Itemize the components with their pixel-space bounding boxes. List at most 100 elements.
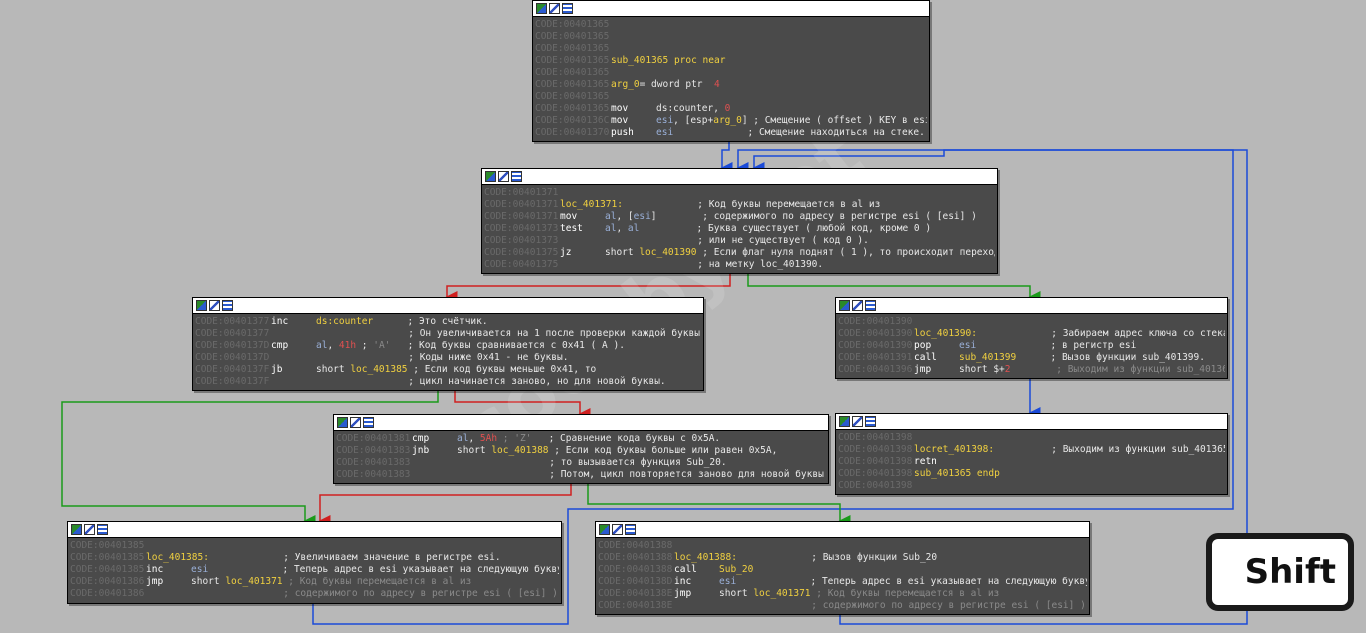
code-line[interactable]: CODE:00401385 <box>70 540 559 552</box>
code-block-loc-401371[interactable]: CODE:00401371 CODE:00401371 loc_401371: ; … <box>481 168 998 274</box>
code-block-loc-401390[interactable]: CODE:00401390 CODE:00401390 loc_401390: ; … <box>835 297 1228 379</box>
code-label[interactable]: loc_401385: <box>146 552 209 563</box>
code-label[interactable]: ds:counter <box>316 316 373 327</box>
code-line[interactable]: CODE:00401373 ; или не существует ( код … <box>484 235 995 247</box>
rename-pencil-icon[interactable] <box>852 300 863 311</box>
code-block-loc-401385[interactable]: CODE:00401385 CODE:00401385 loc_401385: ; … <box>67 521 562 604</box>
code-line[interactable]: CODE:00401398 locret_401398: ; Выходим из… <box>838 444 1225 456</box>
code-line[interactable]: CODE:00401390 <box>838 316 1225 328</box>
code-line[interactable]: CODE:00401391 call sub_401399 ; Вызов функ… <box>838 352 1225 364</box>
code-line[interactable]: CODE:00401370 push esi ; Смещение находить… <box>535 127 927 139</box>
code-label[interactable]: sub_401399 <box>959 352 1016 363</box>
code-line[interactable]: CODE:00401398 <box>838 480 1225 492</box>
code-label[interactable]: loc_401388 <box>491 445 548 456</box>
code-label[interactable]: Sub_20 <box>719 564 753 575</box>
code-label[interactable]: arg_0 <box>713 115 742 126</box>
graph-list-icon[interactable] <box>562 3 573 14</box>
code-label[interactable]: loc_401390 <box>639 247 696 258</box>
graph-list-icon[interactable] <box>363 417 374 428</box>
line-operands: ; то вызывается функция Sub_20. <box>412 457 726 469</box>
color-palette-icon[interactable] <box>485 171 496 182</box>
code-line[interactable]: CODE:00401388 <box>598 540 1087 552</box>
code-line[interactable]: CODE:00401375 jz short loc_401390 ; Если ф… <box>484 247 995 259</box>
code-line[interactable]: CODE:0040137D ; Коды ниже 0x41 - не букв… <box>195 352 701 364</box>
rename-pencil-icon[interactable] <box>852 416 863 427</box>
code-line[interactable]: CODE:00401385 loc_401385: ; Увеличиваем з… <box>70 552 559 564</box>
code-label[interactable]: sub_401365 <box>611 55 668 66</box>
code-line[interactable]: CODE:0040138D inc esi ; Теперь адрес в esi… <box>598 576 1087 588</box>
code-label[interactable]: locret_401398: <box>914 444 994 455</box>
code-line[interactable]: CODE:00401390 pop esi ; в регистр esi <box>838 340 1225 352</box>
code-line[interactable]: CODE:00401385 inc esi ; Теперь адрес в esi… <box>70 564 559 576</box>
code-line[interactable]: CODE:0040137F ; цикл начинается заново, … <box>195 376 701 388</box>
code-line[interactable]: CODE:0040136C mov esi, [esp+arg_0] ; Смеще… <box>535 115 927 127</box>
rename-pencil-icon[interactable] <box>549 3 560 14</box>
code-line[interactable]: CODE:00401373 test al, al ; Буква существу… <box>484 223 995 235</box>
code-label[interactable]: loc_401388: <box>674 552 737 563</box>
code-label[interactable]: sub_401365 endp <box>914 468 1000 479</box>
code-line[interactable]: CODE:00401383 ; Потом, цикл повторяется … <box>336 469 826 481</box>
code-line[interactable]: CODE:00401381 cmp al, 5Ah ; 'Z' ; Сравнени… <box>336 433 826 445</box>
color-palette-icon[interactable] <box>599 524 610 535</box>
code-line[interactable]: CODE:00401365 <box>535 67 927 79</box>
code-line[interactable]: CODE:0040137D cmp al, 41h ; 'A' ; Код букв… <box>195 340 701 352</box>
code-label[interactable]: loc_401390: <box>914 328 977 339</box>
color-palette-icon[interactable] <box>839 300 850 311</box>
code-line[interactable]: CODE:00401396 jmp short $+2 ; Выходим из ф… <box>838 364 1225 376</box>
code-line[interactable]: CODE:00401375 ; на метку loc_401390. <box>484 259 995 271</box>
code-label[interactable]: loc_401371 <box>225 576 282 587</box>
color-palette-icon[interactable] <box>71 524 82 535</box>
color-palette-icon[interactable] <box>337 417 348 428</box>
color-palette-icon[interactable] <box>839 416 850 427</box>
code-line[interactable]: CODE:00401365 <box>535 31 927 43</box>
code-line[interactable]: CODE:00401365 mov ds:counter, 0 <box>535 103 927 115</box>
code-line[interactable]: CODE:00401371 <box>484 187 995 199</box>
code-line[interactable]: CODE:00401388 loc_401388: ; Вызов функции… <box>598 552 1087 564</box>
code-line[interactable]: CODE:0040138E jmp short loc_401371 ; Код б… <box>598 588 1087 600</box>
rename-pencil-icon[interactable] <box>612 524 623 535</box>
rename-pencil-icon[interactable] <box>84 524 95 535</box>
rename-pencil-icon[interactable] <box>350 417 361 428</box>
code-label[interactable]: loc_401371 <box>753 588 810 599</box>
graph-list-icon[interactable] <box>97 524 108 535</box>
code-label[interactable]: loc_401371: <box>560 199 623 210</box>
code-line[interactable]: CODE:00401365 sub_401365 proc near <box>535 55 927 67</box>
code-block-sub-401365[interactable]: CODE:00401365 CODE:00401365 CODE:00401365 C… <box>532 0 930 142</box>
rename-pencil-icon[interactable] <box>209 300 220 311</box>
code-block-counter-check[interactable]: CODE:00401377 inc ds:counter ; Это счётчик… <box>192 297 704 391</box>
code-line[interactable]: CODE:00401377 inc ds:counter ; Это счётчик… <box>195 316 701 328</box>
code-line[interactable]: CODE:00401386 jmp short loc_401371 ; Код б… <box>70 576 559 588</box>
code-block-loc-401388[interactable]: CODE:00401388 CODE:00401388 loc_401388: ; … <box>595 521 1090 615</box>
graph-list-icon[interactable] <box>865 300 876 311</box>
code-line[interactable]: CODE:00401388 call Sub_20 <box>598 564 1087 576</box>
code-line[interactable]: CODE:00401365 <box>535 19 927 31</box>
code-line[interactable]: CODE:00401383 ; то вызывается функция Su… <box>336 457 826 469</box>
code-line[interactable]: CODE:00401371 mov al, [esi] ; содержимого … <box>484 211 995 223</box>
graph-list-icon[interactable] <box>222 300 233 311</box>
rename-pencil-icon[interactable] <box>498 171 509 182</box>
code-line[interactable]: CODE:00401390 loc_401390: ; Забираем адре… <box>838 328 1225 340</box>
graph-list-icon[interactable] <box>865 416 876 427</box>
code-block-compare-5a[interactable]: CODE:00401381 cmp al, 5Ah ; 'Z' ; Сравнени… <box>333 414 829 484</box>
code-label[interactable]: proc near <box>674 55 725 66</box>
code-block-locret-401398[interactable]: CODE:00401398 CODE:00401398 locret_401398:… <box>835 413 1228 495</box>
code-line[interactable]: CODE:00401365 arg_0= dword ptr 4 <box>535 79 927 91</box>
code-line[interactable]: CODE:00401377 ; Он увеличивается на 1 по… <box>195 328 701 340</box>
code-label[interactable]: arg_0 <box>611 79 640 90</box>
code-line[interactable]: CODE:00401386 ; содержимого по адресу в … <box>70 588 559 600</box>
code-line[interactable]: CODE:00401398 sub_401365 endp <box>838 468 1225 480</box>
code-line[interactable]: CODE:00401365 <box>535 43 927 55</box>
code-line[interactable]: CODE:00401398 <box>838 432 1225 444</box>
code-line[interactable]: CODE:00401383 jnb short loc_401388 ; Если … <box>336 445 826 457</box>
graph-view[interactable]: codeby.net CODE:00401365 CODE:00401365 COD… <box>0 0 1366 633</box>
code-line[interactable]: CODE:0040137F jb short loc_401385 ; Если к… <box>195 364 701 376</box>
code-line[interactable]: CODE:00401371 loc_401371: ; Код буквы пер… <box>484 199 995 211</box>
code-line[interactable]: CODE:0040138E ; содержимого по адресу в … <box>598 600 1087 612</box>
color-palette-icon[interactable] <box>196 300 207 311</box>
code-label[interactable]: loc_401385 <box>350 364 407 375</box>
color-palette-icon[interactable] <box>536 3 547 14</box>
code-line[interactable]: CODE:00401398 retn <box>838 456 1225 468</box>
graph-list-icon[interactable] <box>511 171 522 182</box>
code-line[interactable]: CODE:00401365 <box>535 91 927 103</box>
graph-list-icon[interactable] <box>625 524 636 535</box>
